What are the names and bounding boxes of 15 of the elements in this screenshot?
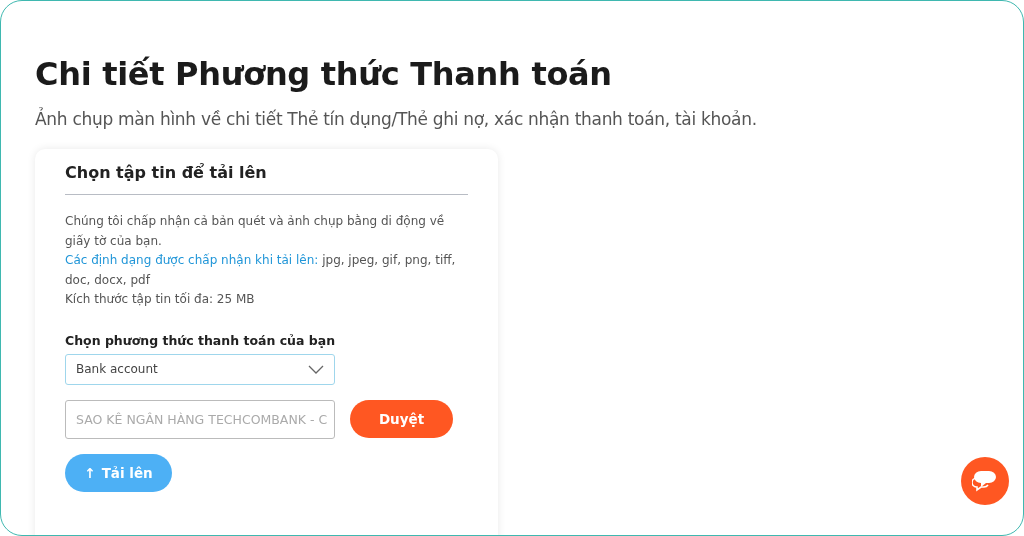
info-text: Chúng tôi chấp nhận cả bản quét và ảnh chụp bằng di động về giấy tờ của bạn. [65, 213, 446, 250]
page-subtitle: Ảnh chụp màn hình về chi tiết Thẻ tín dụng/Thẻ ghi nợ, xác nhận thanh toán, tài khoản. [35, 109, 757, 129]
formats-link[interactable]: Các định dạng được chấp nhận khi tải lên: [65, 253, 319, 267]
page-title: Chi tiết Phương thức Thanh toán [35, 55, 612, 93]
chat-button[interactable] [961, 457, 1009, 505]
file-name-field[interactable]: SAO KÊ NGÂN HÀNG TECHCOMBANK - C [65, 399, 335, 439]
info-text: Kích thước tập tin tối đa: 25 MB [65, 291, 256, 308]
card-heading: Chọn tập tin để tải lên [65, 163, 468, 195]
upload-button[interactable]: ↑ Tải lên [65, 453, 172, 492]
browse-button[interactable]: Duyệt [350, 400, 453, 438]
formats-text: Các định dạng được chấp nhận khi tải lên: jpg, jpeg, gif, png, tiff, doc, docx, pdf [65, 252, 457, 289]
chat-bubbles-icon [972, 470, 998, 492]
method-label: Chọn phương thức thanh toán của bạn [65, 332, 336, 348]
payment-method-select[interactable]: Bank account [65, 353, 335, 385]
chevron-down-icon [308, 364, 324, 374]
